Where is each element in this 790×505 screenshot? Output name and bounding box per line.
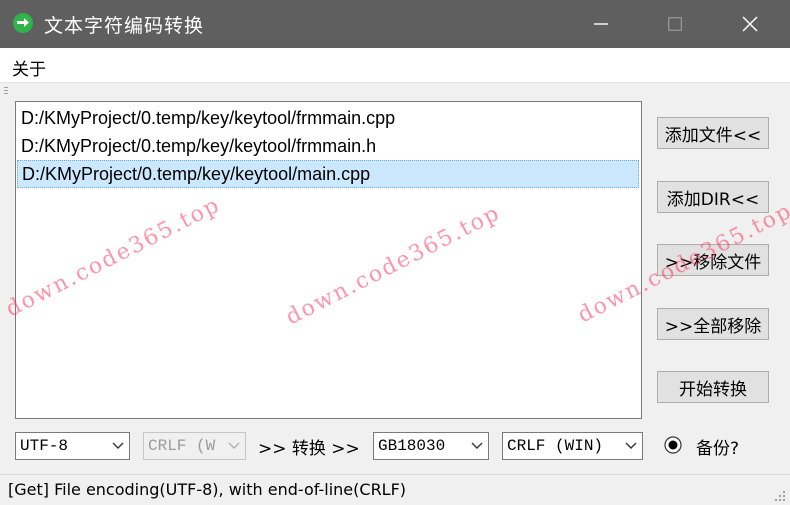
source-encoding-select[interactable]: UTF-8 xyxy=(15,432,130,460)
add-dir-button[interactable]: 添加DIR<< xyxy=(657,181,769,213)
remove-all-button[interactable]: >>全部移除 xyxy=(657,308,769,340)
maximize-icon xyxy=(668,17,682,31)
minimize-button[interactable] xyxy=(573,0,629,48)
chevron-down-icon xyxy=(620,433,642,459)
resize-grip-icon[interactable] xyxy=(774,490,786,502)
file-path: D:/KMyProject/0.temp/key/keytool/frmmain… xyxy=(21,108,396,128)
file-list-item[interactable]: D:/KMyProject/0.temp/key/keytool/frmmain… xyxy=(17,105,639,133)
chevron-down-icon xyxy=(223,433,245,459)
backup-label: 备份? xyxy=(696,439,740,459)
file-path: D:/KMyProject/0.temp/key/keytool/main.cp… xyxy=(22,164,371,184)
target-eol-select[interactable]: CRLF (WIN) xyxy=(502,432,643,460)
target-encoding-value: GB18030 xyxy=(378,437,446,455)
file-path: D:/KMyProject/0.temp/key/keytool/frmmain… xyxy=(21,136,377,156)
title-bar: 文本字符编码转换 xyxy=(0,0,790,48)
source-eol-select: CRLF (W xyxy=(143,432,246,460)
status-text: [Get] File encoding(UTF-8), with end-of-… xyxy=(8,480,407,499)
start-convert-button[interactable]: 开始转换 xyxy=(657,371,769,403)
file-list-item[interactable]: D:/KMyProject/0.temp/key/keytool/frmmain… xyxy=(17,133,639,161)
minimize-icon xyxy=(594,23,608,25)
chevron-down-icon xyxy=(466,433,488,459)
close-icon xyxy=(742,16,758,32)
maximize-button[interactable] xyxy=(647,0,703,48)
window-title: 文本字符编码转换 xyxy=(44,15,205,37)
target-eol-value: CRLF (WIN) xyxy=(507,437,604,455)
toolbar-grip[interactable] xyxy=(4,87,8,95)
status-bar: [Get] File encoding(UTF-8), with end-of-… xyxy=(0,474,790,505)
chevron-down-icon xyxy=(107,433,129,459)
add-file-button[interactable]: 添加文件<< xyxy=(657,117,769,149)
source-encoding-value: UTF-8 xyxy=(20,437,69,455)
app-icon xyxy=(13,13,33,33)
close-button[interactable] xyxy=(722,0,778,48)
menu-item-about[interactable]: 关于 xyxy=(12,55,46,80)
target-encoding-select[interactable]: GB18030 xyxy=(373,432,489,460)
radio-checked-icon[interactable] xyxy=(664,436,682,454)
convert-label: >> 转换 >> xyxy=(258,439,360,459)
menu-bar: 关于 xyxy=(0,48,790,83)
file-list-item-selected[interactable]: D:/KMyProject/0.temp/key/keytool/main.cp… xyxy=(17,160,639,188)
source-eol-value: CRLF (W xyxy=(148,437,216,455)
